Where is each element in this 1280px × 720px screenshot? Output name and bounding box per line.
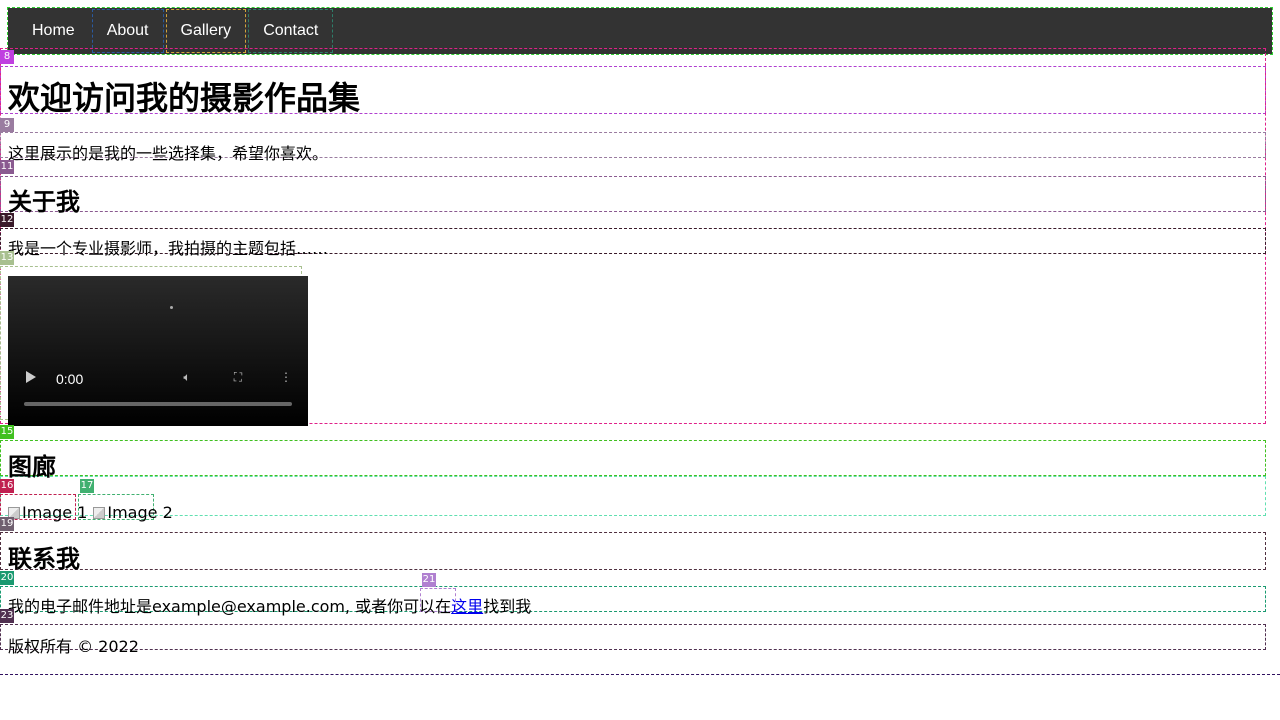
debug-tag: 15 — [0, 425, 14, 439]
debug-tag: 9 — [0, 118, 14, 132]
debug-tag: 20 — [0, 571, 14, 585]
gallery-heading: 图廊 — [8, 453, 56, 481]
nav-gallery-link[interactable]: Gallery — [165, 8, 248, 54]
about-heading: 关于我 — [8, 188, 80, 216]
contact-heading: 联系我 — [8, 545, 80, 573]
contact-text-after: 找到我 — [483, 597, 532, 616]
image-alt-text: Image 1 — [22, 503, 88, 522]
debug-tag: 16 — [0, 479, 14, 493]
gallery-list: Image 1 Image 2 — [8, 503, 173, 522]
page: Home About Gallery Contact 8 9 11 12 13 … — [0, 0, 1280, 720]
loading-indicator-icon — [170, 306, 173, 309]
debug-tag: 19 — [0, 517, 14, 531]
about-text: 我是一个专业摄影师，我拍摄的主题包括…… — [8, 239, 329, 258]
more-options-icon[interactable]: ⋮ — [278, 370, 294, 386]
debug-tag: 11 — [0, 160, 14, 174]
nav-about-link[interactable]: About — [91, 8, 165, 54]
debug-box-footer — [0, 624, 1266, 650]
debug-tag: 8 — [0, 50, 14, 64]
fullscreen-icon[interactable]: ⛶ — [230, 370, 246, 386]
debug-tag: 17 — [80, 479, 94, 493]
debug-box-about-heading — [0, 176, 1266, 212]
page-title: 欢迎访问我的摄影作品集 — [8, 79, 361, 117]
gallery-image[interactable]: Image 1 — [8, 503, 87, 522]
contact-text-before: 我的电子邮件地址是example@example.com, 或者你可以在 — [8, 597, 452, 616]
top-navbar: Home About Gallery Contact — [7, 7, 1273, 55]
contact-text: 我的电子邮件地址是example@example.com, 或者你可以在这里找到… — [8, 598, 531, 616]
debug-tag: 21 — [422, 573, 436, 587]
debug-tag: 12 — [0, 213, 14, 227]
debug-box-contact-heading — [0, 532, 1266, 570]
broken-image-icon — [93, 506, 106, 519]
video-time: 0:00 — [56, 371, 84, 387]
footer-copyright: 版权所有 © 2022 — [8, 637, 139, 656]
nav-home-link[interactable]: Home — [16, 8, 91, 54]
debug-box-gallery-heading — [0, 440, 1266, 476]
debug-tag: 13 — [0, 251, 14, 265]
video-progress-bar[interactable] — [24, 402, 292, 406]
debug-box-gallery — [0, 476, 1266, 516]
video-player[interactable]: 0:00 🔈︎ ⛶ ⋮ — [8, 276, 308, 426]
nav-contact-link[interactable]: Contact — [247, 8, 334, 54]
gallery-image[interactable]: Image 2 — [93, 503, 173, 522]
volume-icon[interactable]: 🔈︎ — [179, 370, 195, 386]
contact-here-link[interactable]: 这里 — [451, 597, 483, 616]
hero-subtitle: 这里展示的是我的一些选择集，希望你喜欢。 — [8, 144, 329, 163]
image-alt-text: Image 2 — [107, 503, 173, 522]
play-icon[interactable] — [26, 371, 36, 383]
debug-tag: 23 — [0, 609, 14, 623]
